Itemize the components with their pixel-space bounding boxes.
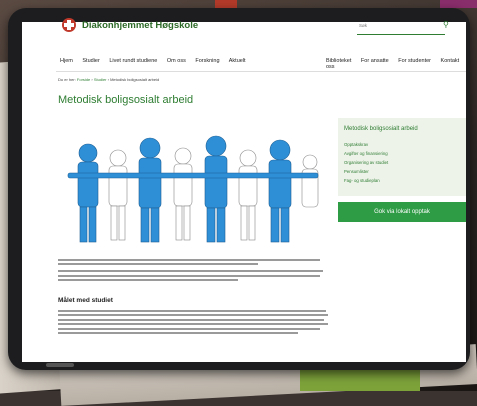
breadcrumb-link-forside[interactable]: Forside <box>77 77 90 82</box>
paper-figure <box>77 143 99 243</box>
sidebar-title: Metodisk boligsosialt arbeid <box>344 126 418 132</box>
search-input[interactable] <box>357 24 445 35</box>
sidebar-link-pensum[interactable]: Pensumlister <box>344 167 388 176</box>
sidebar-link-fagplan[interactable]: Fag- og studieplan <box>344 176 388 185</box>
nav-item-livet[interactable]: Livet rundt studiene <box>109 58 157 64</box>
breadcrumb-current: Metodisk boligsosialt arbeid <box>110 77 160 82</box>
sidebar-link-organisering[interactable]: Organisering av studiet <box>344 158 388 167</box>
web-page: Diakonhjemmet Høgskole Søk ⚲ Hjem Studie… <box>22 18 466 362</box>
body-paragraph <box>58 307 330 337</box>
search-placeholder: Søk <box>359 23 368 28</box>
nav-item-forskning[interactable]: Forskning <box>195 58 219 64</box>
page-title: Metodisk boligsosialt arbeid <box>58 94 194 106</box>
browser-viewport: Diakonhjemmet Høgskole Søk ⚲ Hjem Studie… <box>0 0 477 391</box>
hero-image <box>58 118 328 246</box>
nav-item-aktuelt[interactable]: Aktuelt <box>229 58 246 64</box>
nav-item-studier[interactable]: Studier <box>82 58 99 64</box>
apply-button[interactable]: Gok via lokalt opptak <box>338 202 466 222</box>
sidebar-link-opptakskrav[interactable]: Opptakskrav <box>344 140 388 149</box>
site-logo-text[interactable]: Diakonhjemmet Høgskole <box>82 20 198 31</box>
nav-item-for-ansatte[interactable]: For ansatte <box>361 58 389 64</box>
nav-item-hjem[interactable]: Hjem <box>60 58 73 64</box>
nav-primary: Hjem Studier Livet rundt studiene Om oss… <box>60 58 254 64</box>
search-icon[interactable]: ⚲ <box>443 20 449 29</box>
paper-people-illustration <box>67 135 319 243</box>
nav-item-for-studenter[interactable]: For studenter <box>398 58 431 64</box>
breadcrumb-prefix: Du er her: <box>58 77 76 82</box>
breadcrumb-link-studier[interactable]: Studier <box>94 77 107 82</box>
breadcrumb: Du er her: Forside › Studier › Metodisk … <box>58 77 160 82</box>
intro-paragraph <box>58 256 328 284</box>
sidebar-panel: Metodisk boligsosialt arbeid Opptakskrav… <box>338 118 466 196</box>
sidebar-link-avgifter[interactable]: Avgifter og finansiering <box>344 149 388 158</box>
nav-secondary: Biblioteket For ansatte For studenter Ko… <box>326 58 466 70</box>
sidebar-links: Opptakskrav Avgifter og finansiering Org… <box>344 140 388 185</box>
nav-item-om-oss[interactable]: Om oss <box>167 58 186 64</box>
section-heading: Målet med studiet <box>58 297 113 304</box>
nav-divider <box>56 71 466 72</box>
main-navigation: Hjem Studier Livet rundt studiene Om oss… <box>56 55 466 70</box>
logo-cross-icon[interactable] <box>62 18 76 32</box>
